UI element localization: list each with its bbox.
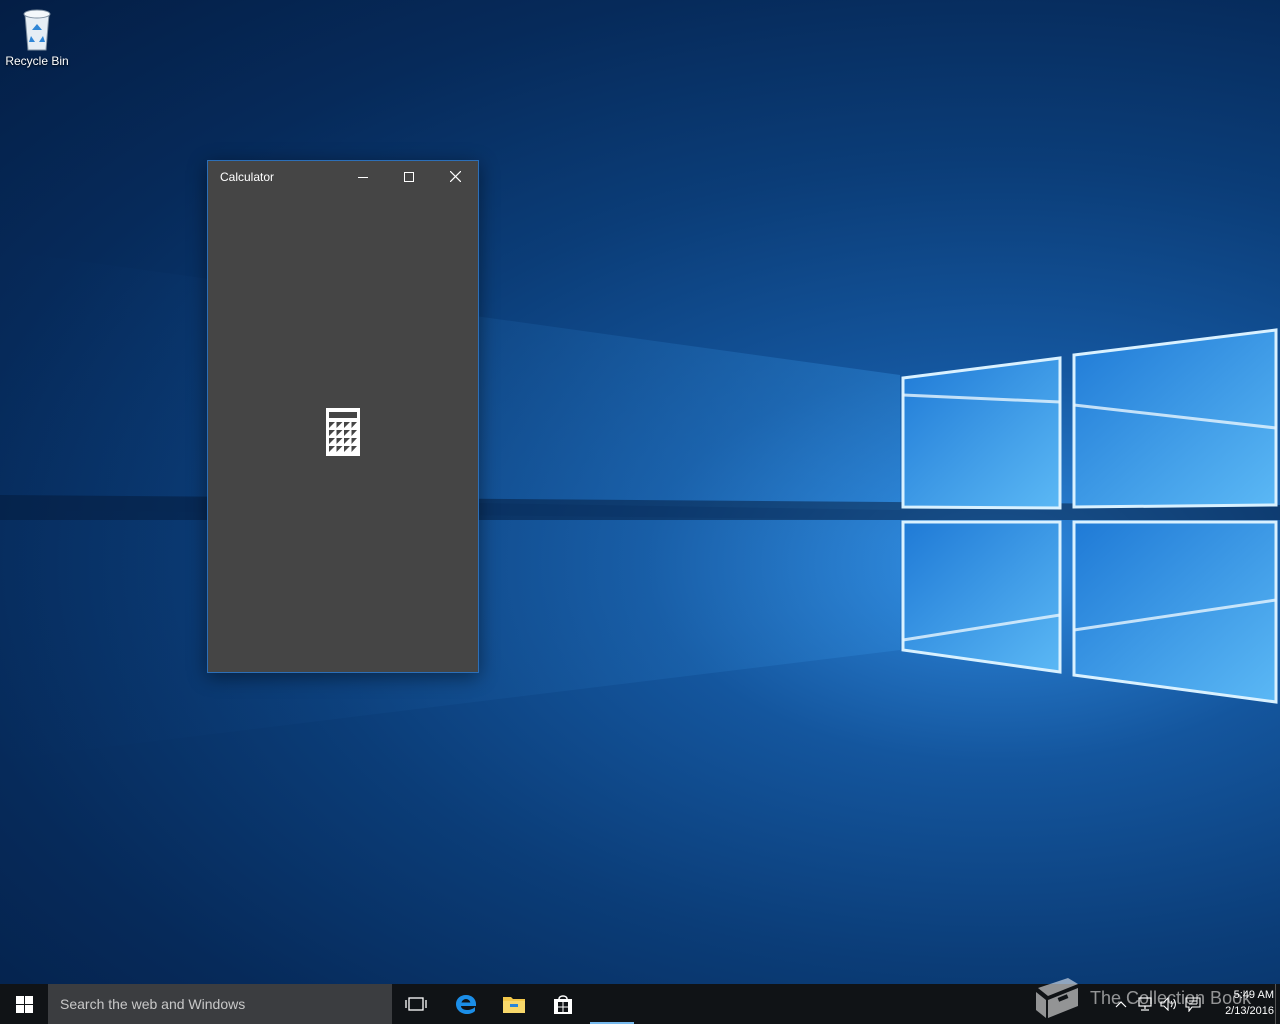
- store-icon: [554, 995, 572, 1014]
- windows-logo-icon: [15, 995, 33, 1013]
- minimize-button[interactable]: [340, 161, 386, 192]
- maximize-button[interactable]: [386, 161, 432, 192]
- chevron-up-icon: [1115, 1001, 1127, 1008]
- calculator-taskbar-button[interactable]: [588, 984, 636, 1024]
- edge-icon: [456, 995, 476, 1014]
- file-explorer-button[interactable]: [490, 984, 538, 1024]
- maximize-icon: [404, 171, 414, 182]
- desktop-icon-label: Recycle Bin: [5, 54, 69, 68]
- clock-time: 5:49 AM: [1233, 989, 1274, 1001]
- calculator-window[interactable]: Calculator: [207, 160, 479, 673]
- volume-icon: [1160, 997, 1176, 1011]
- task-view-icon: [405, 997, 427, 1011]
- network-button[interactable]: [1134, 984, 1156, 1024]
- search-placeholder: Search the web and Windows: [60, 996, 246, 1012]
- action-center-button[interactable]: [1182, 984, 1204, 1024]
- close-button[interactable]: [432, 161, 478, 192]
- search-input[interactable]: Search the web and Windows: [48, 984, 392, 1024]
- desktop-icon-recycle-bin[interactable]: Recycle Bin: [4, 6, 70, 76]
- calculator-icon: [604, 993, 620, 1015]
- recycle-bin-icon: [23, 9, 51, 51]
- folder-icon: [503, 997, 525, 1013]
- task-view-button[interactable]: [392, 984, 440, 1024]
- store-button[interactable]: [539, 984, 587, 1024]
- volume-button[interactable]: [1158, 984, 1180, 1024]
- clock-date: 2/13/2016: [1225, 1005, 1274, 1017]
- network-icon: [1138, 997, 1152, 1011]
- window-titlebar[interactable]: Calculator: [208, 161, 478, 192]
- show-hidden-icons-button[interactable]: [1110, 984, 1132, 1024]
- desktop-wallpaper: [0, 250, 1280, 760]
- close-icon: [449, 171, 461, 182]
- show-desktop-button[interactable]: [1275, 984, 1280, 1024]
- taskbar: Search the web and Windows 5:49 AM 2/13/…: [0, 984, 1280, 1024]
- window-title: Calculator: [220, 169, 275, 184]
- minimize-icon: [358, 176, 368, 178]
- calculator-icon: [326, 408, 360, 456]
- edge-button[interactable]: [442, 984, 490, 1024]
- start-button[interactable]: [0, 984, 48, 1024]
- clock[interactable]: 5:49 AM 2/13/2016: [1206, 987, 1274, 1021]
- action-center-icon: [1185, 996, 1201, 1012]
